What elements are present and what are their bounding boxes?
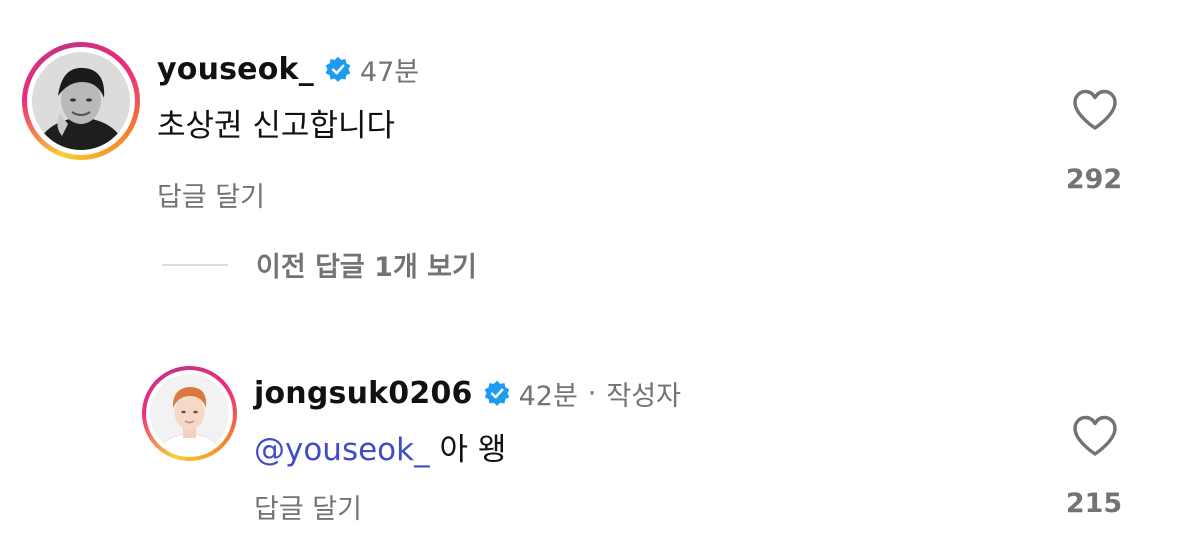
like-count: 215 (1065, 488, 1123, 519)
reply-button[interactable]: 답글 달기 (157, 175, 265, 214)
reply-message: 아 왱 (429, 432, 507, 468)
verified-badge-icon (483, 380, 511, 408)
comment-item: youseok_ 47분 초상권 신고합니다 답글 달기 292 (0, 0, 1179, 230)
avatar-photo (32, 52, 130, 150)
reply-button[interactable]: 답글 달기 (254, 487, 362, 526)
reply-text: @youseok_ 아 왱 (254, 424, 506, 469)
author-tag: 작성자 (606, 381, 681, 412)
avatar[interactable] (22, 42, 140, 160)
verified-badge-icon (324, 56, 352, 84)
reply-item: jongsuk0206 42분 · 작성자 @youseok_ 아 왱 답글 달… (0, 360, 1179, 559)
person-photo-icon (32, 52, 130, 150)
comment-timestamp: 47분 (359, 57, 420, 88)
comment-text: 초상권 신고합니다 (157, 108, 396, 144)
heart-icon[interactable] (1071, 414, 1119, 458)
comment-username[interactable]: youseok_ (157, 52, 314, 87)
view-previous-replies-button[interactable]: 이전 답글 1개 보기 (162, 245, 477, 284)
reply-avatar[interactable] (142, 366, 237, 461)
reply-avatar-photo (150, 374, 229, 453)
mention-link[interactable]: @youseok_ (254, 432, 430, 468)
divider-line (162, 263, 228, 266)
like-count: 292 (1065, 164, 1123, 195)
separator-dot: · (587, 378, 597, 409)
reply-timestamp: 42분 (518, 381, 578, 412)
person-photo-icon (150, 374, 229, 453)
heart-icon[interactable] (1071, 88, 1119, 132)
reply-username[interactable]: jongsuk0206 (254, 376, 473, 411)
view-replies-label: 이전 답글 1개 보기 (256, 252, 477, 283)
